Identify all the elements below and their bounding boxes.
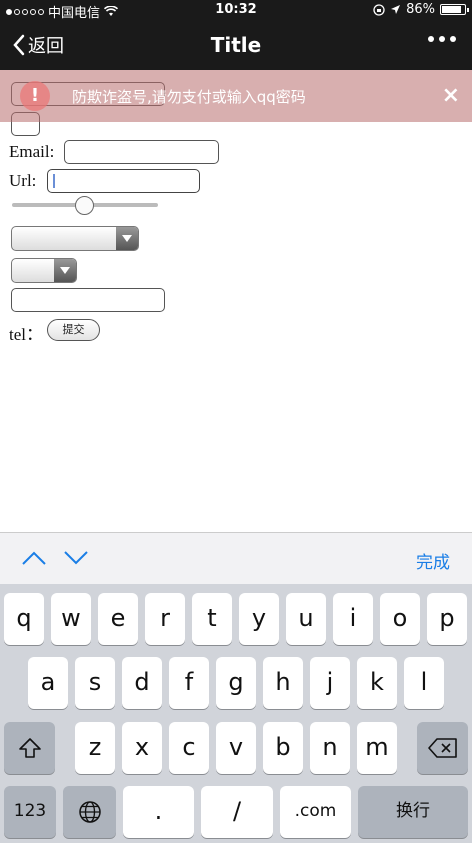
key-b[interactable]: b [263,722,303,774]
slash-key[interactable]: / [201,786,273,838]
status-right: 86% [373,2,469,17]
shift-key[interactable] [4,722,55,774]
key-i[interactable]: i [333,593,373,645]
globe-icon [78,801,101,823]
dot-key[interactable]: . [123,786,194,838]
email-field[interactable] [64,140,219,164]
key-f[interactable]: f [169,657,209,709]
url-label: Url: [9,171,37,190]
key-c[interactable]: c [169,722,209,774]
key-g[interactable]: g [216,657,256,709]
key-x[interactable]: x [122,722,162,774]
return-key[interactable]: 换行 [358,786,468,838]
page-title: Title [210,33,262,57]
shift-icon [18,738,41,758]
key-o[interactable]: o [380,593,420,645]
form-content: Email: Url: tel： 提交 [0,70,472,530]
key-r[interactable]: r [145,593,185,645]
key-u[interactable]: u [286,593,326,645]
globe-key[interactable] [63,786,116,838]
key-m[interactable]: m [357,722,397,774]
battery-percent: 86% [406,2,435,17]
key-k[interactable]: k [357,657,397,709]
key-w[interactable]: w [51,593,91,645]
numbers-key[interactable]: 123 [4,786,56,838]
key-t[interactable]: t [192,593,232,645]
email-label: Email: [9,142,55,161]
url-field[interactable] [47,169,200,193]
key-a[interactable]: a [28,657,68,709]
key-j[interactable]: j [310,657,350,709]
navigation-bar: 返回 Title [0,20,472,70]
location-arrow-icon [391,5,401,14]
key-n[interactable]: n [310,722,350,774]
dotcom-key[interactable]: .com [280,786,351,838]
done-button[interactable]: 完成 [416,548,450,573]
delete-key[interactable] [417,722,468,774]
key-h[interactable]: h [263,657,303,709]
select-dropdown-narrow[interactable] [11,258,77,283]
key-z[interactable]: z [75,722,115,774]
rotation-lock-icon [373,3,385,16]
dropdown-arrow-icon [54,259,76,282]
chevron-up-icon[interactable] [21,547,47,569]
warning-banner: ! 防欺诈盗号,请勿支付或输入qq密码 × [0,70,472,122]
key-v[interactable]: v [216,722,256,774]
dropdown-arrow-icon [116,227,138,250]
backspace-icon [427,738,457,758]
key-d[interactable]: d [122,657,162,709]
tel-label: tel： [9,325,43,344]
key-y[interactable]: y [239,593,279,645]
key-p[interactable]: p [427,593,467,645]
key-s[interactable]: s [75,657,115,709]
text-caret [53,174,55,188]
battery-icon [440,4,469,15]
warning-message: 防欺诈盗号,请勿支付或输入qq密码 [72,88,306,106]
submit-button[interactable]: 提交 [47,319,100,341]
text-input-bottom[interactable] [11,288,165,312]
key-e[interactable]: e [98,593,138,645]
key-l[interactable]: l [404,657,444,709]
warning-icon: ! [20,81,50,111]
keyboard: q w e r t y u i o p a s d f g h j k l z … [0,584,472,843]
keyboard-accessory-bar: 完成 [0,532,472,584]
close-icon[interactable]: × [442,83,460,108]
chevron-down-icon[interactable] [63,547,89,569]
select-dropdown-wide[interactable] [11,226,139,251]
range-slider-thumb[interactable] [75,196,94,215]
more-options-icon[interactable] [428,36,456,42]
status-bar: 中国电信 10:32 86% [0,0,472,21]
key-q[interactable]: q [4,593,44,645]
